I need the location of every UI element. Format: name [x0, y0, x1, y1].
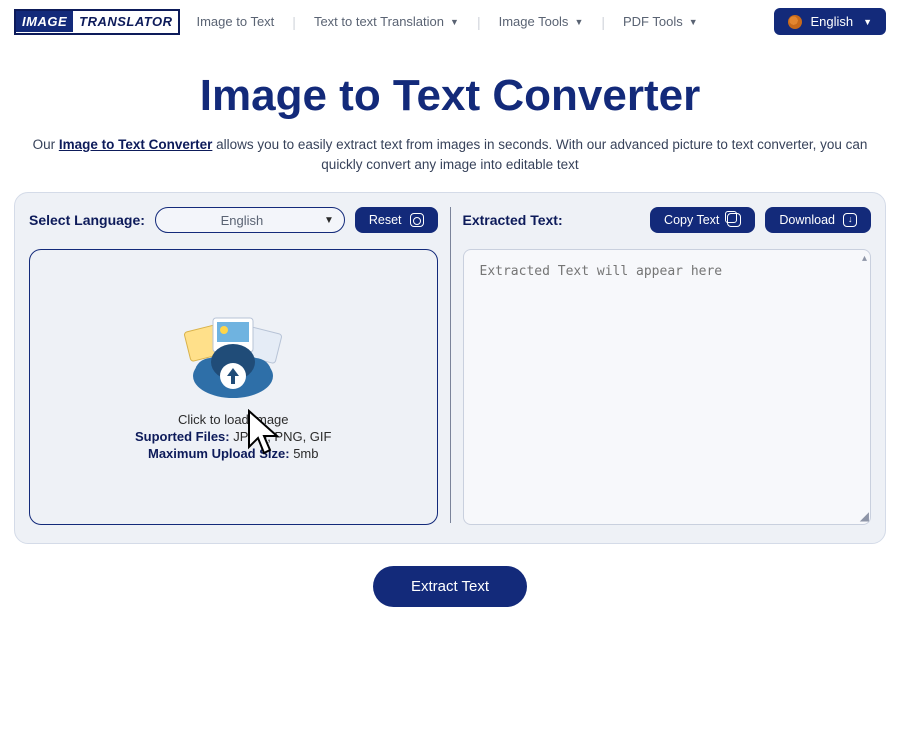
- ui-language-label: English: [810, 14, 853, 29]
- top-nav: IMAGE TRANSLATOR Image to Text | Text to…: [0, 0, 900, 37]
- globe-icon: [788, 15, 802, 29]
- nav-image-to-text[interactable]: Image to Text: [190, 10, 280, 33]
- extracted-text-label: Extracted Text:: [463, 212, 641, 228]
- nav-pdf-tools[interactable]: PDF Tools ▼: [617, 10, 704, 33]
- chevron-down-icon: ▼: [863, 17, 872, 27]
- nav-divider: |: [477, 14, 481, 30]
- nav-image-tools[interactable]: Image Tools ▼: [493, 10, 590, 33]
- cloud-upload-icon: [173, 314, 293, 404]
- select-language-label: Select Language:: [29, 212, 145, 228]
- copy-text-button[interactable]: Copy Text: [650, 207, 755, 233]
- dropzone-line-3: Maximum Upload Size: 5mb: [148, 446, 318, 461]
- download-icon: ↓: [843, 213, 857, 227]
- chevron-down-icon: ▼: [574, 17, 583, 27]
- subtitle-prefix: Our: [33, 137, 59, 152]
- nav-text-translation[interactable]: Text to text Translation ▼: [308, 10, 465, 33]
- chevron-down-icon: ▼: [689, 17, 698, 27]
- download-label: Download: [779, 213, 835, 227]
- input-column: Select Language: English ▼ Reset: [29, 205, 438, 525]
- language-select[interactable]: English ▼: [155, 207, 345, 233]
- copy-text-label: Copy Text: [664, 213, 719, 227]
- download-button[interactable]: Download ↓: [765, 207, 871, 233]
- cursor-icon: [245, 409, 289, 466]
- scroll-up-icon[interactable]: ▴: [862, 253, 867, 264]
- subtitle-link[interactable]: Image to Text Converter: [59, 137, 213, 152]
- logo[interactable]: IMAGE TRANSLATOR: [14, 9, 180, 35]
- nav-item-label: Image to Text: [196, 14, 274, 29]
- page-subtitle: Our Image to Text Converter allows you t…: [0, 135, 900, 174]
- upload-dropzone[interactable]: Click to load Image Suported Files: JPEG…: [29, 249, 438, 525]
- nav-item-label: Text to text Translation: [314, 14, 444, 29]
- column-divider: [450, 207, 451, 523]
- extract-text-label: Extract Text: [411, 578, 489, 595]
- chevron-down-icon: ▼: [450, 17, 459, 27]
- logo-right: TRANSLATOR: [73, 11, 178, 32]
- logo-left: IMAGE: [16, 11, 73, 32]
- resize-handle-icon[interactable]: ◢: [860, 509, 869, 523]
- main-panel: Select Language: English ▼ Reset: [14, 192, 886, 544]
- chevron-down-icon: ▼: [324, 215, 334, 226]
- nav-item-label: PDF Tools: [623, 14, 683, 29]
- copy-icon: [727, 213, 741, 227]
- page-title: Image to Text Converter: [0, 71, 900, 121]
- reset-button[interactable]: Reset: [355, 207, 438, 233]
- reset-button-label: Reset: [369, 213, 402, 227]
- nav-item-label: Image Tools: [499, 14, 569, 29]
- camera-icon: [410, 213, 424, 227]
- output-column: Extracted Text: Copy Text Download ↓ ▴ ◢: [463, 205, 872, 525]
- nav-divider: |: [292, 14, 296, 30]
- nav-divider: |: [601, 14, 605, 30]
- extracted-text-output[interactable]: [463, 249, 872, 525]
- input-toolbar: Select Language: English ▼ Reset: [29, 205, 438, 235]
- supported-files-label: Suported Files:: [135, 429, 230, 444]
- ui-language-button[interactable]: English ▼: [774, 8, 886, 35]
- language-select-value: English: [221, 213, 264, 228]
- extract-text-button[interactable]: Extract Text: [373, 566, 527, 607]
- dropzone-line-2: Suported Files: JPEG, PNG, GIF: [135, 429, 331, 444]
- max-upload-value: 5mb: [290, 446, 319, 461]
- subtitle-rest: allows you to easily extract text from i…: [212, 137, 867, 172]
- output-toolbar: Extracted Text: Copy Text Download ↓: [463, 205, 872, 235]
